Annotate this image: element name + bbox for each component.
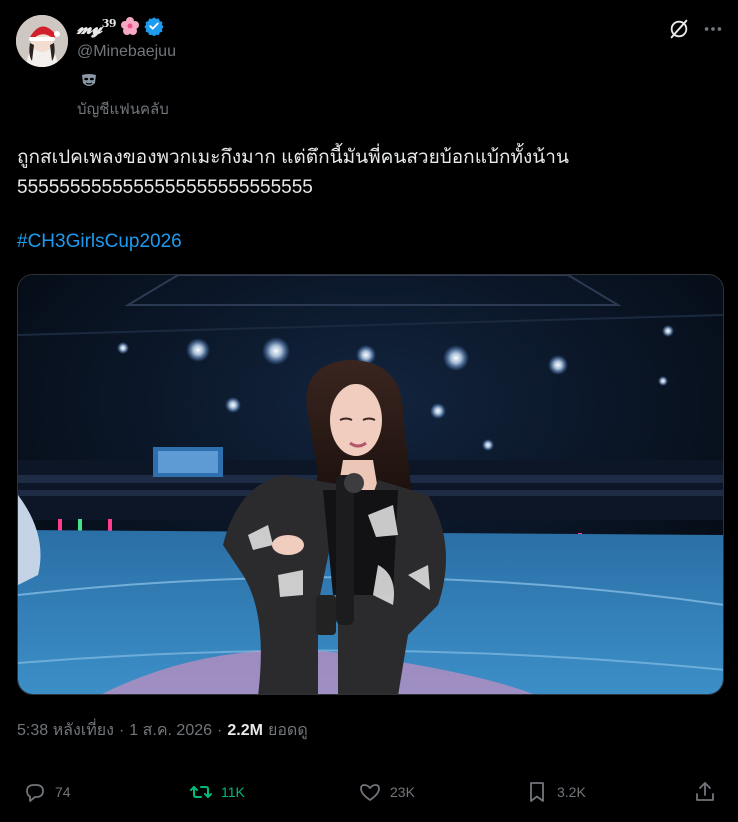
fan-account-label: บัญชีแฟนคลับ: [77, 101, 169, 118]
sakura-emoji-icon: [120, 16, 140, 41]
like-count: 23K: [390, 784, 415, 800]
tweet-media-image[interactable]: [17, 274, 724, 695]
repost-count: 11K: [221, 784, 245, 800]
bookmark-icon: [530, 782, 544, 802]
bookmark-count: 3.2K: [557, 784, 586, 800]
repost-button[interactable]: 11K: [189, 778, 245, 806]
like-button[interactable]: 23K: [358, 778, 415, 806]
heart-icon: [360, 784, 380, 801]
grok-icon[interactable]: [666, 16, 692, 42]
hashtag-link[interactable]: #CH3GirlsCup2026: [17, 231, 182, 253]
share-icon: [696, 782, 714, 801]
tweet-text: ถูกสเปคเพลงของพวกเมะกึงมาก แต่ตึกนี้มันพ…: [17, 143, 717, 203]
reply-button[interactable]: 74: [23, 778, 71, 806]
avatar[interactable]: [16, 15, 68, 67]
author-display-name[interactable]: 𝓶𝔂39: [77, 17, 117, 39]
author-name-row[interactable]: 𝓶𝔂39: [77, 16, 164, 41]
views-count: 2.2M: [227, 722, 263, 739]
meta-separator: ·: [118, 722, 125, 739]
fan-account-mask-icon: [80, 72, 98, 90]
tweet-date[interactable]: 1 ส.ค. 2026: [129, 718, 212, 743]
repost-icon: [190, 786, 212, 798]
reply-icon: [26, 784, 44, 802]
meta-separator: ·: [217, 722, 223, 739]
tweet-time[interactable]: 5:38 หลังเที่ยง: [17, 718, 114, 743]
bookmark-button[interactable]: 3.2K: [525, 778, 586, 806]
tweet-text-line-2: 5555555555555555555555555555: [17, 177, 313, 198]
tweet-meta: 5:38 หลังเที่ยง · 1 ส.ค. 2026 · 2.2M ยอด…: [17, 718, 308, 743]
verified-badge-icon[interactable]: [144, 16, 164, 41]
views-label: ยอดดู: [267, 722, 308, 739]
reply-count: 74: [55, 784, 71, 800]
author-handle[interactable]: @Minebaejuu: [77, 43, 176, 61]
more-options-icon[interactable]: [700, 16, 726, 42]
author-name-superscript: 39: [101, 17, 117, 31]
tweet-text-line-1: ถูกสเปคเพลงของพวกเมะกึงมาก แต่ตึกนี้มันพ…: [17, 147, 569, 168]
share-button[interactable]: [693, 778, 717, 806]
